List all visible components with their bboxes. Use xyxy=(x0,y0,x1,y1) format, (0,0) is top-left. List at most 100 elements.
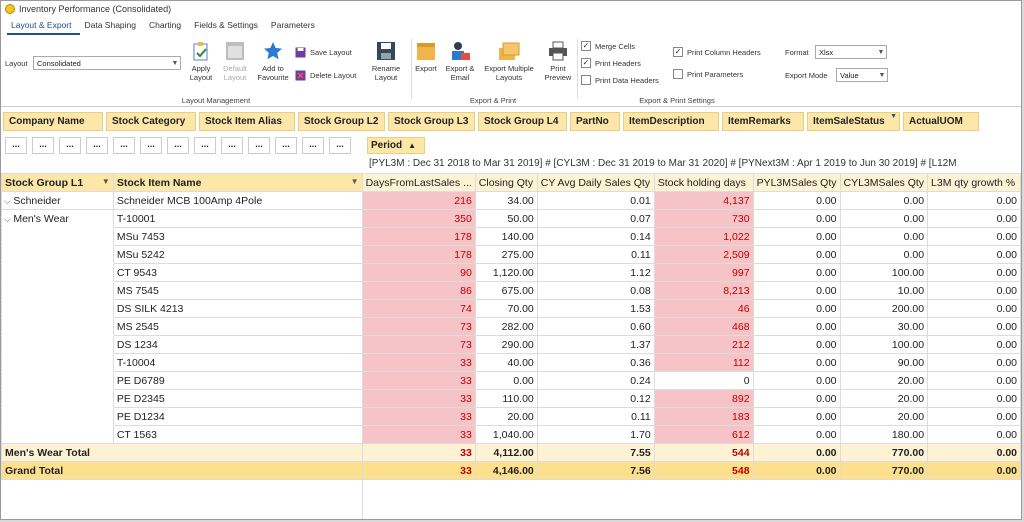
default-layout-button[interactable]: Default Layout xyxy=(219,40,251,82)
value-cell: 33 xyxy=(361,407,476,426)
row-header-stock-item-name[interactable]: Stock Item Name ▼ xyxy=(112,173,363,192)
add-favourite-button[interactable]: Add to Favourite xyxy=(253,40,293,82)
value-cell: 40.00 xyxy=(474,353,538,372)
table-row[interactable]: CT 9543 90 1,120.00 1.12 997 0.00 100.00 0.00 xyxy=(1,263,1021,282)
table-row[interactable]: MSu 5242 178 275.00 0.11 2,509 0.00 0.00 0.00 xyxy=(1,245,1021,264)
filter-button[interactable]: ... xyxy=(5,137,27,154)
value-cell: 997 xyxy=(653,263,754,282)
print-headers-checkbox[interactable]: ✓ Print Headers xyxy=(581,58,641,68)
expand-chevron-icon[interactable]: ⌵ xyxy=(4,214,13,224)
group-cell xyxy=(1,353,114,372)
filter-button[interactable]: ... xyxy=(248,137,270,154)
table-row[interactable]: DS SILK 4213 74 70.00 1.53 46 0.00 200.00 0.00 xyxy=(1,299,1021,318)
filter-button[interactable]: ... xyxy=(302,137,324,154)
value-cell: 1.12 xyxy=(536,263,655,282)
filter-button[interactable]: ... xyxy=(86,137,108,154)
table-row[interactable]: ⌵ Men's Wear T-10001 350 50.00 0.07 730 0.00 0.… xyxy=(1,209,1021,228)
table-row[interactable]: MSu 7453 178 140.00 0.14 1,022 0.00 0.00 0.00 xyxy=(1,227,1021,246)
field-chip-stock-group-l4[interactable]: Stock Group L4 xyxy=(478,111,567,131)
table-row[interactable]: MS 2545 73 282.00 0.60 468 0.00 30.00 0.00 xyxy=(1,317,1021,336)
export-multiple-label: Export Multiple Layouts xyxy=(484,64,534,82)
col-header-l3m-qty-growth[interactable]: L3M qty growth % xyxy=(927,173,1021,192)
filter-button[interactable]: ... xyxy=(113,137,135,154)
layout-select[interactable]: Consolidated ▼ xyxy=(33,56,181,70)
filter-button[interactable]: ... xyxy=(59,137,81,154)
col-header-pyl3m-sales-qty[interactable]: PYL3MSales Qty xyxy=(752,173,841,192)
grand-total-cell: 770.00 xyxy=(839,461,929,480)
format-select[interactable]: Xlsx ▼ xyxy=(815,45,887,59)
row-header-stock-group-l1[interactable]: Stock Group L1 ▼ xyxy=(1,173,114,192)
rename-layout-button[interactable]: Rename Layout xyxy=(369,40,403,82)
export-multiple-button[interactable]: Export Multiple Layouts xyxy=(479,40,539,82)
value-cell: 0.00 xyxy=(752,191,841,210)
export-mode-select[interactable]: Value ▼ xyxy=(836,68,888,82)
tab-parameters[interactable]: Parameters xyxy=(267,17,324,35)
export-email-button[interactable]: Export & Email xyxy=(443,40,477,82)
field-chip-partno[interactable]: PartNo xyxy=(570,111,620,131)
value-cell: 33 xyxy=(361,371,476,390)
value-cell: 212 xyxy=(653,335,754,354)
col-header-cy-avg-daily-sales-qty[interactable]: CY Avg Daily Sales Qty xyxy=(536,173,655,192)
period-chip[interactable]: Period ▲ xyxy=(367,137,425,154)
field-chip-itemremarks[interactable]: ItemRemarks xyxy=(722,111,804,131)
filter-button[interactable]: ... xyxy=(221,137,243,154)
print-column-headers-checkbox[interactable]: ✓ Print Column Headers xyxy=(673,47,761,57)
col-header-closing-qty[interactable]: Closing Qty xyxy=(474,173,538,192)
field-chip-stock-item-alias[interactable]: Stock Item Alias xyxy=(199,111,295,131)
item-name-cell: PE D6789 xyxy=(112,371,363,390)
table-row[interactable]: T-10004 33 40.00 0.36 112 0.00 90.00 0.00 xyxy=(1,353,1021,372)
field-chip-itemsalestatus[interactable]: ItemSaleStatus ▼ xyxy=(807,111,900,131)
value-cell: 34.00 xyxy=(474,191,538,210)
table-row[interactable]: PE D1234 33 20.00 0.11 183 0.00 20.00 0.00 xyxy=(1,407,1021,426)
value-cell: 468 xyxy=(653,317,754,336)
tab-data-shaping[interactable]: Data Shaping xyxy=(80,17,145,35)
window-title: Inventory Performance (Consolidated) xyxy=(19,4,172,14)
value-cell: 1.53 xyxy=(536,299,655,318)
apply-layout-button[interactable]: Apply Layout xyxy=(185,40,217,82)
expand-chevron-icon[interactable]: ⌵ xyxy=(4,196,13,206)
value-cell: 0.00 xyxy=(927,299,1021,318)
col-header-cyl3m-sales-qty[interactable]: CYL3MSales Qty xyxy=(839,173,929,192)
field-chip-stock-group-l3[interactable]: Stock Group L3 xyxy=(388,111,475,131)
field-chip-stock-category[interactable]: Stock Category xyxy=(106,111,196,131)
dropdown-filter-icon: ▼ xyxy=(101,176,110,186)
print-parameters-checkbox[interactable]: Print Parameters xyxy=(673,69,743,79)
tab-charting[interactable]: Charting xyxy=(145,17,190,35)
field-chip-stock-group-l2[interactable]: Stock Group L2 xyxy=(298,111,385,131)
grand-total-cell: 0.00 xyxy=(752,461,841,480)
delete-layout-button[interactable]: Delete Layout xyxy=(295,70,356,81)
save-layout-button[interactable]: Save Layout xyxy=(295,47,352,58)
export-button[interactable]: Export xyxy=(411,40,441,73)
table-row[interactable]: ⌵ Schneider Schneider MCB 100Amp 4Pole 216… xyxy=(1,191,1021,210)
tab-fields-settings[interactable]: Fields & Settings xyxy=(190,17,267,35)
value-cell: 86 xyxy=(361,281,476,300)
value-cell: 0.00 xyxy=(927,425,1021,444)
filter-button[interactable]: ... xyxy=(167,137,189,154)
merge-cells-checkbox[interactable]: ✓ Merge Cells xyxy=(581,41,635,51)
field-chip-company-name[interactable]: Company Name xyxy=(3,111,103,131)
print-data-headers-checkbox[interactable]: Print Data Headers xyxy=(581,75,659,85)
print-preview-button[interactable]: Print Preview xyxy=(541,40,575,82)
filter-button[interactable]: ... xyxy=(275,137,297,154)
col-header-stock-holding-days[interactable]: Stock holding days xyxy=(653,173,754,192)
field-chip-actualuom[interactable]: ActualUOM xyxy=(903,111,979,131)
value-cell: 0.00 xyxy=(927,245,1021,264)
col-header-days-from-last-sales[interactable]: DaysFromLastSales ... xyxy=(361,173,476,192)
value-cell: 0.00 xyxy=(927,191,1021,210)
filter-button[interactable]: ... xyxy=(140,137,162,154)
print-preview-label: Print Preview xyxy=(544,64,572,82)
table-row[interactable]: PE D6789 33 0.00 0.24 0 0.00 20.00 0.00 xyxy=(1,371,1021,390)
value-cell: 0.00 xyxy=(474,371,538,390)
field-chip-itemdescription[interactable]: ItemDescription xyxy=(623,111,719,131)
value-cell: 0.12 xyxy=(536,389,655,408)
table-row[interactable]: CT 1563 33 1,040.00 1.70 612 0.00 180.00 0.00 xyxy=(1,425,1021,444)
tab-layout-export[interactable]: Layout & Export xyxy=(7,17,81,35)
filter-button[interactable]: ... xyxy=(32,137,54,154)
table-row[interactable]: DS 1234 73 290.00 1.37 212 0.00 100.00 0.00 xyxy=(1,335,1021,354)
format-label: Format xyxy=(785,48,809,57)
filter-button[interactable]: ... xyxy=(194,137,216,154)
table-row[interactable]: MS 7545 86 675.00 0.08 8,213 0.00 10.00 0.00 xyxy=(1,281,1021,300)
filter-button[interactable]: ... xyxy=(329,137,351,154)
table-row[interactable]: PE D2345 33 110.00 0.12 892 0.00 20.00 0.00 xyxy=(1,389,1021,408)
field-chip-label: ActualUOM xyxy=(909,115,963,127)
